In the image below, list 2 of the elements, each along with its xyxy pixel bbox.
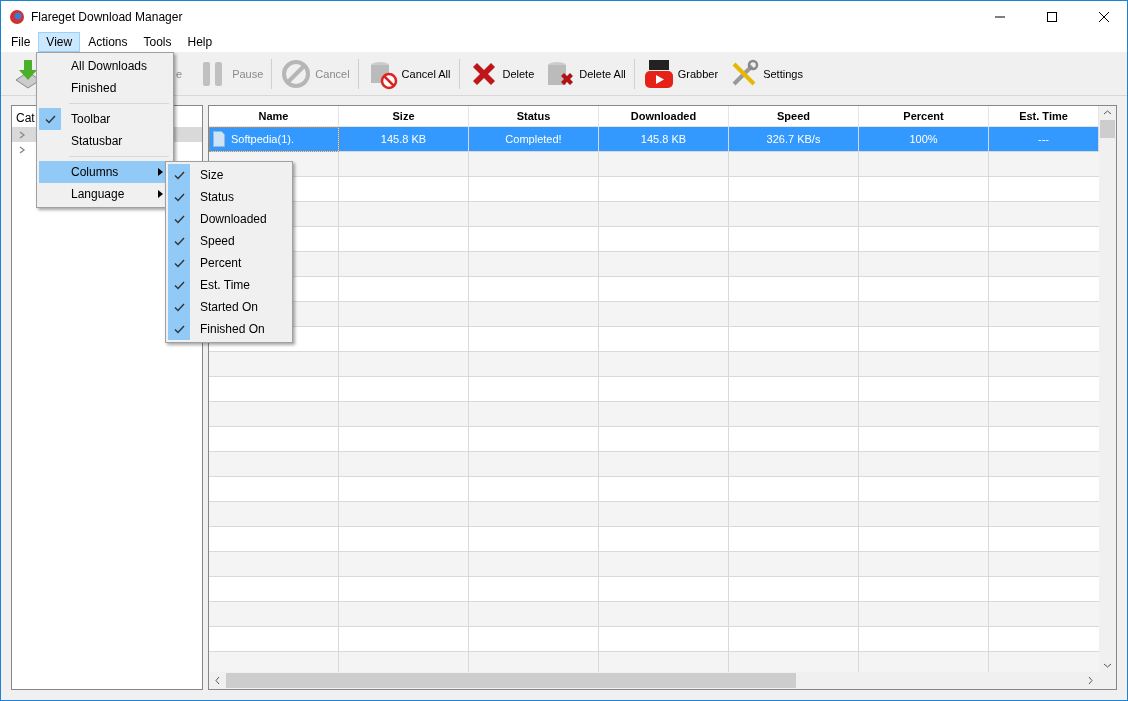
panel-header: Cat bbox=[15, 110, 36, 127]
window-title: Flareget Download Manager bbox=[31, 9, 184, 24]
